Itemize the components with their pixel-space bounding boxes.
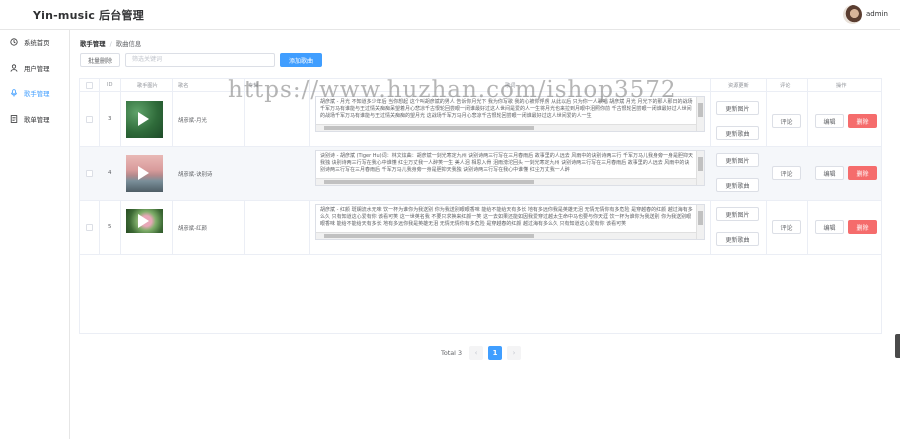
sidebar-item-label: 歌手管理 [24, 89, 50, 98]
app-title: Yin-music 后台管理 [33, 9, 144, 22]
column-header-image: 歌手图片 [137, 83, 158, 89]
singer-image [126, 209, 163, 233]
update-song-button[interactable]: 更新歌曲 [716, 232, 759, 246]
user-icon [10, 64, 18, 72]
page-number-button[interactable]: 1 [488, 346, 502, 360]
pagination-total: Total 3 [441, 349, 463, 357]
table-row: 4 胡彦斌-诀别诗 诀别诗 - 胡彦斌 (Tiger Hu)词：林文炫曲：胡彦斌… [80, 147, 881, 201]
table-row: 5 胡彦斌-红颜 胡彦斌 - 红颜 斑斓流水无味 饮一杯为谁你为我送别 你为我送… [80, 201, 881, 255]
lyrics-text: 胡彦斌 - 红颜 斑斓流水无味 饮一杯为谁你为我送别 你为我送别眼眼香味 能给不… [320, 207, 693, 227]
avatar[interactable] [843, 5, 862, 24]
update-image-button[interactable]: 更新图片 [716, 153, 759, 167]
row-checkbox[interactable] [86, 116, 93, 123]
lyrics-textarea[interactable]: 胡彦斌 - 红颜 斑斓流水无味 饮一杯为谁你为我送别 你为我送别眼眼香味 能给不… [315, 204, 705, 240]
document-icon [10, 115, 18, 123]
play-icon[interactable] [138, 112, 149, 126]
table-row: 3 胡彦斌-月光 胡彦斌 - 月光 不知道多少年后 当你想起 这个叫胡彦斌的男人… [80, 93, 881, 147]
delete-button[interactable]: 删除 [848, 166, 877, 180]
comment-button[interactable]: 评论 [772, 114, 801, 128]
horizontal-scrollbar[interactable] [316, 232, 696, 239]
vertical-scrollbar[interactable] [696, 97, 704, 131]
row-checkbox[interactable] [86, 170, 93, 177]
song-id: 5 [108, 224, 112, 230]
song-name: 胡彦斌-月光 [178, 118, 207, 124]
column-header-lyrics: 歌词 [505, 83, 516, 89]
sidebar-item-singers[interactable]: 歌手管理 [0, 82, 70, 104]
sidebar-item-home[interactable]: 系统首页 [0, 31, 70, 53]
vertical-scrollbar[interactable] [696, 205, 704, 239]
search-input[interactable]: 筛选关键词 [125, 53, 275, 67]
column-header-actions: 操作 [836, 83, 847, 89]
song-id: 4 [108, 170, 112, 176]
sidebar-item-label: 系统首页 [24, 38, 50, 47]
admin-username[interactable]: admin [866, 10, 888, 18]
song-id: 3 [108, 116, 112, 122]
comment-button[interactable]: 评论 [772, 220, 801, 234]
edit-button[interactable]: 编辑 [815, 114, 844, 128]
horizontal-scrollbar[interactable] [316, 124, 696, 131]
sidebar-item-label: 用户管理 [24, 64, 50, 73]
sidebar-item-label: 歌单管理 [24, 115, 50, 124]
monitor-icon [10, 38, 18, 46]
breadcrumb-parent[interactable]: 歌手管理 [80, 40, 106, 48]
play-icon[interactable] [138, 214, 149, 228]
delete-button[interactable]: 删除 [848, 114, 877, 128]
update-song-button[interactable]: 更新歌曲 [716, 126, 759, 140]
play-icon[interactable] [138, 166, 149, 180]
horizontal-scrollbar[interactable] [316, 178, 696, 185]
song-name: 胡彦斌-诀别诗 [178, 172, 213, 178]
singer-image [126, 155, 163, 192]
top-bar: Yin-music 后台管理 admin [0, 0, 900, 30]
update-image-button[interactable]: 更新图片 [716, 207, 759, 221]
column-header-id: ID [107, 82, 113, 88]
edit-button[interactable]: 编辑 [815, 220, 844, 234]
songs-table: ID 歌手图片 歌名 专辑 歌词 资源更新 评论 操作 3 胡彦斌-月光 胡彦斌… [79, 78, 882, 334]
comment-button[interactable]: 评论 [772, 166, 801, 180]
sidebar-item-users[interactable]: 用户管理 [0, 57, 70, 79]
edit-button[interactable]: 编辑 [815, 166, 844, 180]
sidebar: 系统首页 用户管理 歌手管理 歌单管理 [0, 30, 70, 439]
table-header: ID 歌手图片 歌名 专辑 歌词 资源更新 评论 操作 [80, 79, 881, 92]
breadcrumb-current: 歌曲信息 [115, 40, 142, 48]
update-song-button[interactable]: 更新歌曲 [716, 178, 759, 192]
vertical-scrollbar[interactable] [696, 151, 704, 185]
breadcrumb: 歌手管理 / 歌曲信息 [80, 39, 141, 48]
lyrics-text: 胡彦斌 - 月光 不知道多少年后 当你想起 这个叫胡彦斌的男人 告诉你月光下 我… [320, 99, 693, 119]
update-image-button[interactable]: 更新图片 [716, 101, 759, 115]
microphone-icon [11, 89, 17, 97]
batch-delete-button[interactable]: 批量删除 [80, 53, 120, 67]
column-header-comment: 评论 [780, 83, 791, 89]
delete-button[interactable]: 删除 [848, 220, 877, 234]
side-scroll-tab[interactable] [895, 334, 900, 358]
lyrics-textarea[interactable]: 胡彦斌 - 月光 不知道多少年后 当你想起 这个叫胡彦斌的男人 告诉你月光下 我… [315, 96, 705, 132]
next-page-button[interactable]: › [507, 346, 521, 360]
singer-image [126, 101, 163, 138]
breadcrumb-separator: / [109, 40, 112, 48]
lyrics-textarea[interactable]: 诀别诗 - 胡彦斌 (Tiger Hu)词：林文炫曲：胡彦斌一剑光寒定九州 诀别… [315, 150, 705, 186]
lyrics-text: 诀别诗 - 胡彦斌 (Tiger Hu)词：林文炫曲：胡彦斌一剑光寒定九州 诀别… [320, 153, 693, 173]
row-checkbox[interactable] [86, 224, 93, 231]
prev-page-button[interactable]: ‹ [469, 346, 483, 360]
song-name: 胡彦斌-红颜 [178, 226, 207, 232]
column-header-album: 专辑 [248, 83, 259, 89]
column-header-name: 歌名 [178, 83, 189, 89]
select-all-checkbox[interactable] [86, 82, 93, 89]
sidebar-item-playlists[interactable]: 歌单管理 [0, 108, 70, 130]
column-header-resource: 资源更新 [728, 83, 749, 89]
add-song-button[interactable]: 添加歌曲 [280, 53, 322, 67]
